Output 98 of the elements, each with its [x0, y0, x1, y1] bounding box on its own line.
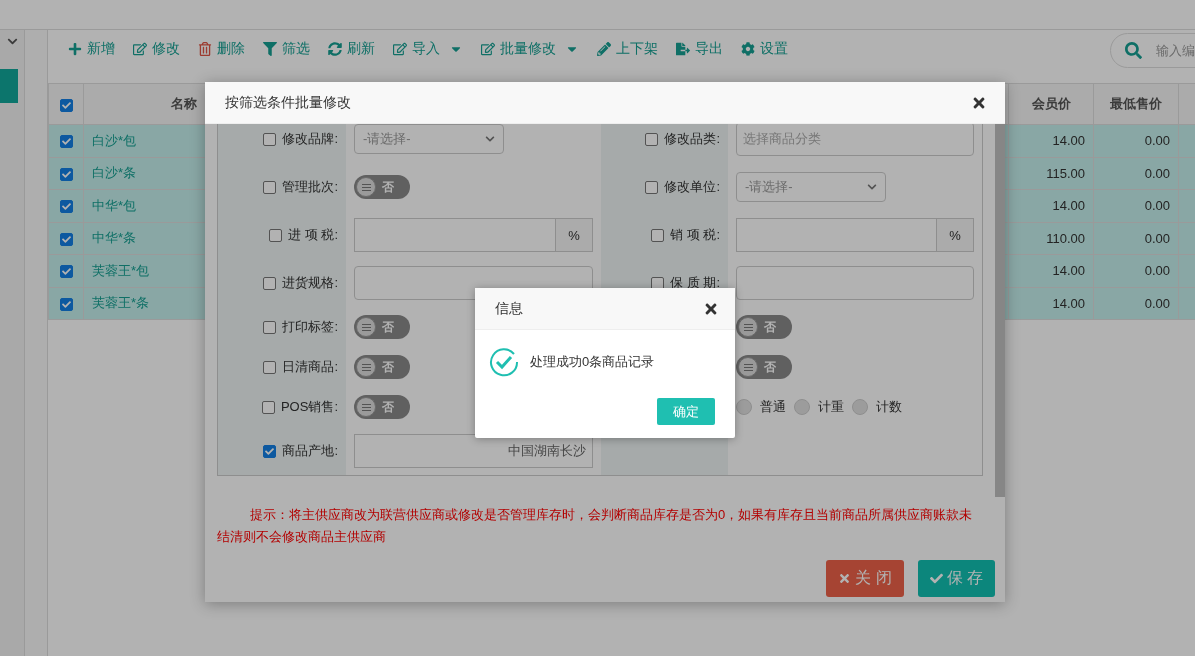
- checkbox[interactable]: [263, 180, 277, 194]
- plus-icon: [68, 42, 82, 56]
- checkbox[interactable]: [59, 200, 73, 214]
- edit-icon: [393, 42, 407, 56]
- close-icon: [838, 572, 852, 585]
- table-cell: 0.00: [1093, 124, 1179, 157]
- field-label: 销 项 税:: [670, 226, 720, 244]
- success-icon: [488, 346, 520, 378]
- toggle-switch[interactable]: 否: [354, 355, 410, 379]
- chevron-down-icon: [485, 134, 495, 144]
- refresh-icon: [328, 42, 342, 56]
- radio-button[interactable]: [736, 399, 752, 415]
- field-label: 日清商品:: [282, 358, 338, 376]
- toggle-switch[interactable]: 否: [354, 395, 410, 419]
- checkbox[interactable]: [261, 400, 275, 414]
- radio-label: 计重: [818, 398, 844, 416]
- toggle-switch[interactable]: 否: [354, 315, 410, 339]
- input-field[interactable]: [736, 266, 974, 300]
- toolbar-button[interactable]: 设置: [741, 40, 788, 58]
- chevron-down-icon[interactable]: [6, 36, 18, 47]
- confirm-button[interactable]: 确定: [657, 398, 715, 425]
- checkbox[interactable]: [645, 132, 659, 146]
- radio-label: 普通: [760, 398, 786, 416]
- column-header: 最低售价: [1093, 83, 1179, 125]
- toggle-switch[interactable]: 否: [354, 175, 410, 199]
- toggle-switch[interactable]: 否: [736, 315, 792, 339]
- toolbar-button[interactable]: 筛选: [263, 40, 310, 58]
- message-text: 处理成功0条商品记录: [530, 353, 655, 371]
- toolbar-button[interactable]: 刷新: [328, 40, 375, 58]
- edit-icon: [133, 42, 147, 56]
- percent-addon: %: [936, 219, 973, 251]
- table-cell: 14.00: [1008, 287, 1094, 320]
- radio-label: 计数: [876, 398, 902, 416]
- checkbox[interactable]: [269, 228, 283, 242]
- checkbox[interactable]: [263, 320, 277, 334]
- pencil-icon: [597, 42, 611, 56]
- toolbar-button[interactable]: 批量修改: [481, 40, 579, 58]
- table-cell: 0.00: [1093, 254, 1179, 287]
- checkbox[interactable]: [59, 135, 73, 149]
- chevron-down-icon: [867, 182, 877, 192]
- table-cell: 14.00: [1008, 189, 1094, 222]
- select-field[interactable]: -请选择-: [354, 124, 504, 154]
- toolbar-button[interactable]: 导出: [676, 40, 723, 58]
- table-cell: 14.00: [1008, 124, 1094, 157]
- toolbar-button[interactable]: 修改: [133, 40, 180, 58]
- table-cell: 0.00: [1093, 157, 1179, 190]
- scrollbar[interactable]: [995, 124, 1005, 497]
- field-label: 进货规格:: [282, 274, 338, 292]
- hint-text: 提示：将主供应商改为联营供应商或修改是否管理库存时，会判断商品库存是否为0，如果有库存且当前商品所属供应商账款未结清则不会修改商品主供应商: [217, 506, 974, 546]
- input-field[interactable]: %: [354, 218, 593, 252]
- table-cell: 0.00: [1093, 287, 1179, 320]
- toggle-switch[interactable]: 否: [736, 355, 792, 379]
- checkbox[interactable]: [59, 167, 73, 181]
- column-header: 会员价: [1008, 83, 1094, 125]
- checkbox[interactable]: [59, 232, 73, 246]
- toolbar-button[interactable]: 上下架: [597, 40, 658, 58]
- table-cell: 14.00: [1008, 254, 1094, 287]
- settings-icon: [741, 42, 755, 56]
- select-field[interactable]: -请选择-: [736, 172, 886, 202]
- checkbox[interactable]: [263, 132, 277, 146]
- filter-icon: [263, 42, 277, 56]
- field-label: POS销售:: [280, 398, 338, 416]
- field-label: 商品产地:: [282, 442, 338, 460]
- search-icon: [1125, 42, 1142, 59]
- field-label: 管理批次:: [282, 178, 338, 196]
- table-cell: 115.00: [1008, 157, 1094, 190]
- close-button[interactable]: 关 闭: [826, 560, 904, 597]
- radio-button[interactable]: [794, 399, 810, 415]
- table-cell: 110.00: [1008, 222, 1094, 255]
- checkbox[interactable]: [263, 444, 277, 458]
- checkbox[interactable]: [59, 265, 73, 279]
- field-label: 修改品牌:: [282, 130, 338, 148]
- checkbox[interactable]: [59, 98, 73, 112]
- trash-icon: [198, 42, 212, 56]
- table-cell: 0.00: [1093, 222, 1179, 255]
- field-label: 打印标签:: [282, 318, 338, 336]
- field-label: 修改品类:: [664, 130, 720, 148]
- toolbar-button[interactable]: 新增: [68, 40, 115, 58]
- input-field[interactable]: %: [736, 218, 974, 252]
- checkbox[interactable]: [263, 276, 277, 290]
- toolbar-button[interactable]: 导入: [393, 40, 463, 58]
- percent-addon: %: [555, 219, 592, 251]
- checkbox[interactable]: [59, 297, 73, 311]
- field-label: 进 项 税:: [288, 226, 338, 244]
- export-icon: [676, 42, 690, 56]
- checkbox[interactable]: [651, 228, 665, 242]
- check-icon: [929, 572, 943, 585]
- dialog-title: 按筛选条件批量修改: [225, 93, 351, 112]
- edit-icon: [481, 42, 495, 56]
- toolbar-button[interactable]: 删除: [198, 40, 245, 58]
- field-label: 保 质 期:: [670, 274, 720, 292]
- checkbox[interactable]: [645, 180, 659, 194]
- field-label: 修改单位:: [664, 178, 720, 196]
- radio-button[interactable]: [852, 399, 868, 415]
- save-button[interactable]: 保 存: [917, 560, 995, 597]
- dialog-title: 信息: [495, 299, 523, 318]
- checkbox[interactable]: [263, 360, 277, 374]
- table-cell: 0.00: [1093, 189, 1179, 222]
